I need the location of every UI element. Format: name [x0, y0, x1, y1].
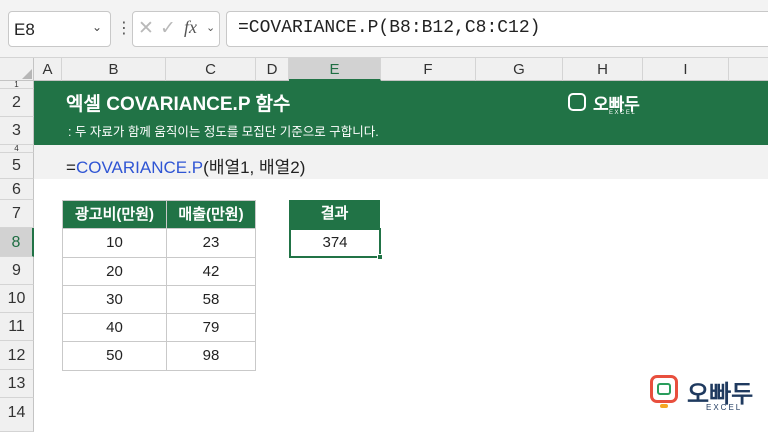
table-cell[interactable]: 58 — [166, 285, 256, 314]
result-cell-selected[interactable]: 374 — [289, 228, 381, 258]
table-header-sales[interactable]: 매출(만원) — [166, 200, 256, 229]
select-all-icon — [22, 69, 32, 79]
column-header-a[interactable]: A — [34, 58, 62, 81]
name-box-value[interactable]: E8 — [14, 20, 35, 40]
table-cell[interactable]: 20 — [62, 257, 167, 286]
column-header-blank[interactable] — [729, 58, 768, 81]
row-header-1[interactable]: 1 — [0, 81, 34, 89]
column-header-f[interactable]: F — [381, 58, 476, 81]
brand-logo-inner — [657, 383, 671, 395]
column-header-b[interactable]: B — [62, 58, 166, 81]
row-header-10[interactable]: 10 — [0, 285, 34, 313]
table-cell[interactable]: 30 — [62, 285, 167, 314]
column-header-g[interactable]: G — [476, 58, 563, 81]
table-cell[interactable]: 23 — [166, 228, 256, 258]
column-header-e[interactable]: E — [289, 58, 381, 81]
banner-subtitle: : 두 자료가 함께 움직이는 정도를 모집단 기준으로 구합니다. — [68, 125, 379, 139]
column-header-i[interactable]: I — [643, 58, 729, 81]
chevron-down-icon[interactable]: ⌄ — [92, 20, 102, 34]
row-header-7[interactable]: 7 — [0, 200, 34, 228]
row-header-12[interactable]: 12 — [0, 341, 34, 370]
table-cell[interactable]: 40 — [62, 313, 167, 342]
syntax-args: (배열1, 배열2) — [203, 158, 306, 177]
table-cell[interactable]: 50 — [62, 341, 167, 371]
cancel-icon[interactable]: ✕ — [138, 17, 154, 40]
syntax-prefix: = — [66, 158, 76, 177]
table-cell[interactable]: 42 — [166, 257, 256, 286]
row-header-3[interactable]: 3 — [0, 117, 34, 145]
fill-handle[interactable] — [377, 254, 383, 260]
table-cell[interactable]: 79 — [166, 313, 256, 342]
result-header[interactable]: 결과 — [289, 200, 380, 228]
table-header-ad-cost[interactable]: 광고비(만원) — [62, 200, 167, 229]
chevron-down-icon[interactable]: ⌄ — [206, 21, 215, 34]
banner-title: 엑셀 COVARIANCE.P 함수 — [66, 94, 291, 115]
row-header-9[interactable]: 9 — [0, 257, 34, 285]
function-icon[interactable]: fx — [184, 17, 197, 38]
row-header-14[interactable]: 14 — [0, 398, 34, 432]
row-header-5[interactable]: 5 — [0, 153, 34, 179]
row-header-8[interactable]: 8 — [0, 228, 34, 257]
column-header-h[interactable]: H — [563, 58, 643, 81]
formula-input-text[interactable]: =COVARIANCE.P(B8:B12,C8:C12) — [238, 18, 540, 38]
column-header-c[interactable]: C — [166, 58, 256, 81]
syntax-text: =COVARIANCE.P(배열1, 배열2) — [66, 153, 305, 178]
row-header-4[interactable]: 4 — [0, 145, 34, 153]
table-cell[interactable]: 10 — [62, 228, 167, 258]
row-header-13[interactable]: 13 — [0, 370, 34, 398]
brand-logo-sub: EXCEL — [706, 403, 743, 412]
row-header-6[interactable]: 6 — [0, 179, 34, 200]
brand-logo-stand — [660, 404, 668, 408]
enter-check-icon[interactable]: ✓ — [160, 17, 176, 40]
table-cell[interactable]: 98 — [166, 341, 256, 371]
more-vertical-icon[interactable]: ⋮ — [116, 18, 132, 38]
banner-logo-sub: EXCEL — [609, 110, 637, 116]
row-header-11[interactable]: 11 — [0, 313, 34, 341]
syntax-function: COVARIANCE.P — [75, 158, 204, 177]
column-header-d[interactable]: D — [256, 58, 289, 81]
row-header-2[interactable]: 2 — [0, 89, 34, 117]
brand-logo-icon — [568, 93, 586, 111]
